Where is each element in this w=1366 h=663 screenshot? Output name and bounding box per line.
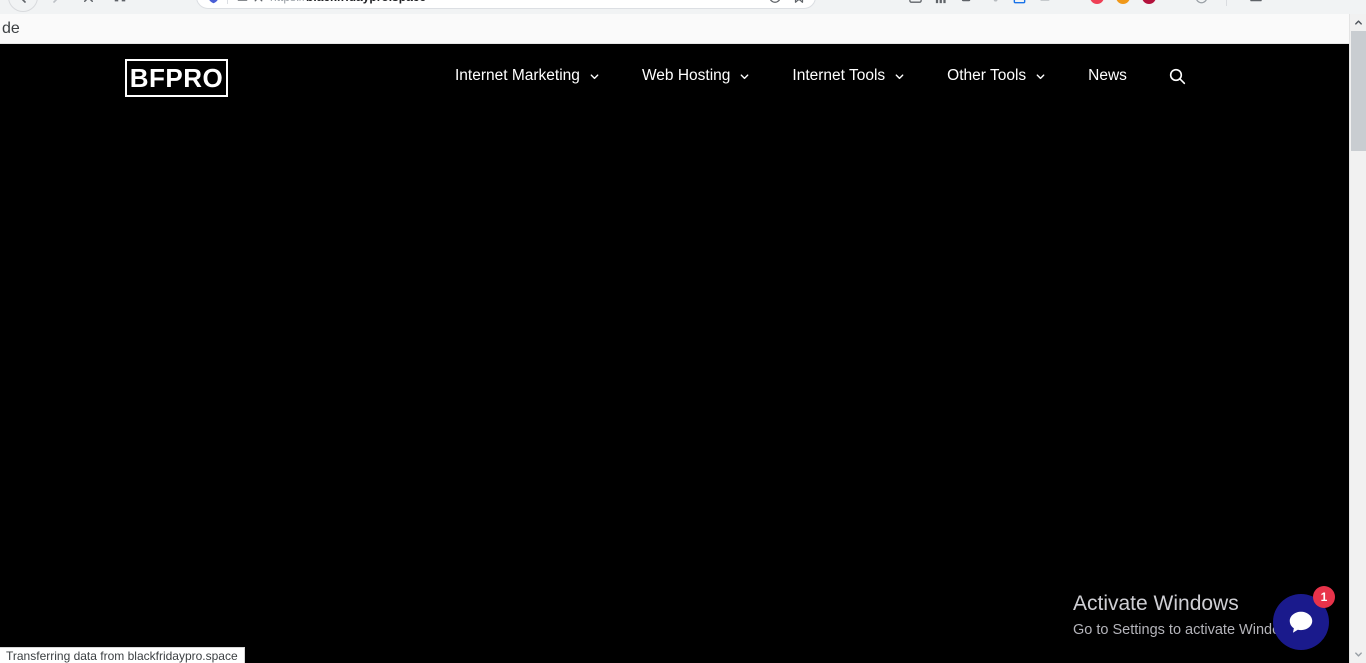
tools-glyph xyxy=(993,0,998,2)
url-scheme: https:// xyxy=(270,0,306,4)
account-glyph xyxy=(1195,0,1207,3)
status-bar: Transferring data from blackfridaypro.sp… xyxy=(0,647,245,663)
back-arrow-icon xyxy=(21,0,26,3)
chevron-down-icon xyxy=(1035,71,1046,82)
extension-icon-calendar[interactable] xyxy=(1010,0,1028,6)
reader-view-icon[interactable] xyxy=(234,0,250,5)
extension-icon-key[interactable] xyxy=(1062,0,1080,6)
app-menu-icon[interactable] xyxy=(1247,0,1265,6)
stop-x-icon xyxy=(83,0,93,2)
nav-label: News xyxy=(1088,67,1127,85)
extension-icon-orange[interactable] xyxy=(1114,0,1132,6)
key-glyph xyxy=(1064,0,1078,4)
nav-label: Internet Marketing xyxy=(455,67,580,85)
cloud-glyph xyxy=(1040,0,1050,1)
extension-icon-video[interactable] xyxy=(958,0,976,6)
extension-icon-screenshot[interactable] xyxy=(906,0,924,6)
extensions-row xyxy=(906,0,1265,6)
toolbar-divider xyxy=(1226,0,1227,6)
chat-widget[interactable]: 1 xyxy=(1273,586,1335,650)
chevron-down-icon xyxy=(739,71,750,82)
vertical-scrollbar[interactable] xyxy=(1349,14,1366,663)
orange-dot xyxy=(1116,0,1130,4)
activation-subtitle: Go to Settings to activate Windows. xyxy=(1073,622,1302,639)
scroll-down-glyph xyxy=(1354,652,1362,657)
chat-unread-badge: 1 xyxy=(1313,586,1335,608)
extension-icon-pocket[interactable] xyxy=(1088,0,1106,6)
extension-icon-grid[interactable] xyxy=(1166,0,1184,6)
site-header: BFPRO Internet Marketing Web Hosting Int… xyxy=(0,44,1349,108)
bookmarks-bar: de xyxy=(0,14,1366,44)
forward-button[interactable] xyxy=(42,0,70,11)
extension-icon-tools[interactable] xyxy=(984,0,1002,6)
scrollbar-track[interactable] xyxy=(1351,151,1366,646)
forward-arrow-icon xyxy=(53,0,58,3)
pocket-glyph xyxy=(769,0,781,3)
shield-icon[interactable] xyxy=(205,0,221,5)
grid-glyph xyxy=(1168,0,1182,4)
bookmark-item[interactable]: de xyxy=(0,20,20,37)
browser-toolbar-row: https://blackfridaypro.space xyxy=(0,0,1366,14)
reader-glyph xyxy=(237,0,247,1)
nav-label: Internet Tools xyxy=(792,67,886,85)
extension-icon-crimson[interactable] xyxy=(1140,0,1158,6)
chat-bubble-icon xyxy=(1289,611,1313,633)
nav-item-internet-marketing[interactable]: Internet Marketing xyxy=(455,68,600,84)
bookmark-star-icon[interactable] xyxy=(791,0,807,5)
stop-loading-button[interactable] xyxy=(74,0,102,11)
chevron-down-icon xyxy=(589,71,600,82)
tracking-glyph xyxy=(254,0,262,1)
search-glyph xyxy=(1170,68,1186,84)
home-icon xyxy=(114,0,126,2)
extension-icon-cloud[interactable] xyxy=(1036,0,1054,6)
nav-item-other-tools[interactable]: Other Tools xyxy=(947,68,1046,84)
url-text: https://blackfridaypro.space xyxy=(270,0,767,4)
scrollbar-thumb[interactable] xyxy=(1351,31,1366,151)
extension-icon-account[interactable] xyxy=(1192,0,1210,6)
back-button[interactable] xyxy=(8,0,38,12)
search-icon[interactable] xyxy=(1167,65,1189,87)
browser-toolbar: https://blackfridaypro.space xyxy=(0,0,1366,14)
calendar-glyph xyxy=(1013,0,1025,3)
pocket-dot xyxy=(1090,0,1104,4)
nav-item-web-hosting[interactable]: Web Hosting xyxy=(642,68,750,84)
url-host: blackfridaypro.space xyxy=(306,0,426,4)
address-bar[interactable]: https://blackfridaypro.space xyxy=(196,0,816,9)
site-logo-text: BFPRO xyxy=(129,63,224,93)
windows-activation-watermark: Activate Windows Go to Settings to activ… xyxy=(1073,592,1302,639)
hamburger-glyph xyxy=(1250,0,1262,2)
nav-label: Other Tools xyxy=(947,67,1027,85)
shield-glyph xyxy=(209,0,217,3)
bookmark-glyph xyxy=(794,0,804,3)
activation-title: Activate Windows xyxy=(1073,592,1239,615)
page-viewport: BFPRO Internet Marketing Web Hosting Int… xyxy=(0,44,1349,663)
screenshot-glyph xyxy=(908,0,922,3)
scroll-up-arrow[interactable] xyxy=(1350,14,1366,31)
home-button[interactable] xyxy=(106,0,134,11)
scroll-down-arrow[interactable] xyxy=(1350,646,1366,663)
tracking-protection-icon[interactable] xyxy=(250,0,266,5)
extension-icon-analytics[interactable] xyxy=(932,0,950,6)
video-glyph xyxy=(961,0,970,1)
status-text: Transferring data from blackfridaypro.sp… xyxy=(6,648,238,663)
site-logo[interactable]: BFPRO xyxy=(125,59,228,97)
chevron-down-icon xyxy=(894,71,905,82)
crimson-dot xyxy=(1142,0,1156,4)
save-to-pocket-icon[interactable] xyxy=(767,0,783,5)
omnibox-divider xyxy=(227,0,228,4)
nav-item-internet-tools[interactable]: Internet Tools xyxy=(792,68,905,84)
nav-item-news[interactable]: News xyxy=(1088,68,1127,84)
analytics-glyph xyxy=(935,0,946,3)
main-navigation: Internet Marketing Web Hosting Internet … xyxy=(455,44,1189,108)
scroll-up-glyph xyxy=(1354,20,1362,25)
nav-label: Web Hosting xyxy=(641,67,731,85)
omnibox-actions xyxy=(767,0,807,5)
